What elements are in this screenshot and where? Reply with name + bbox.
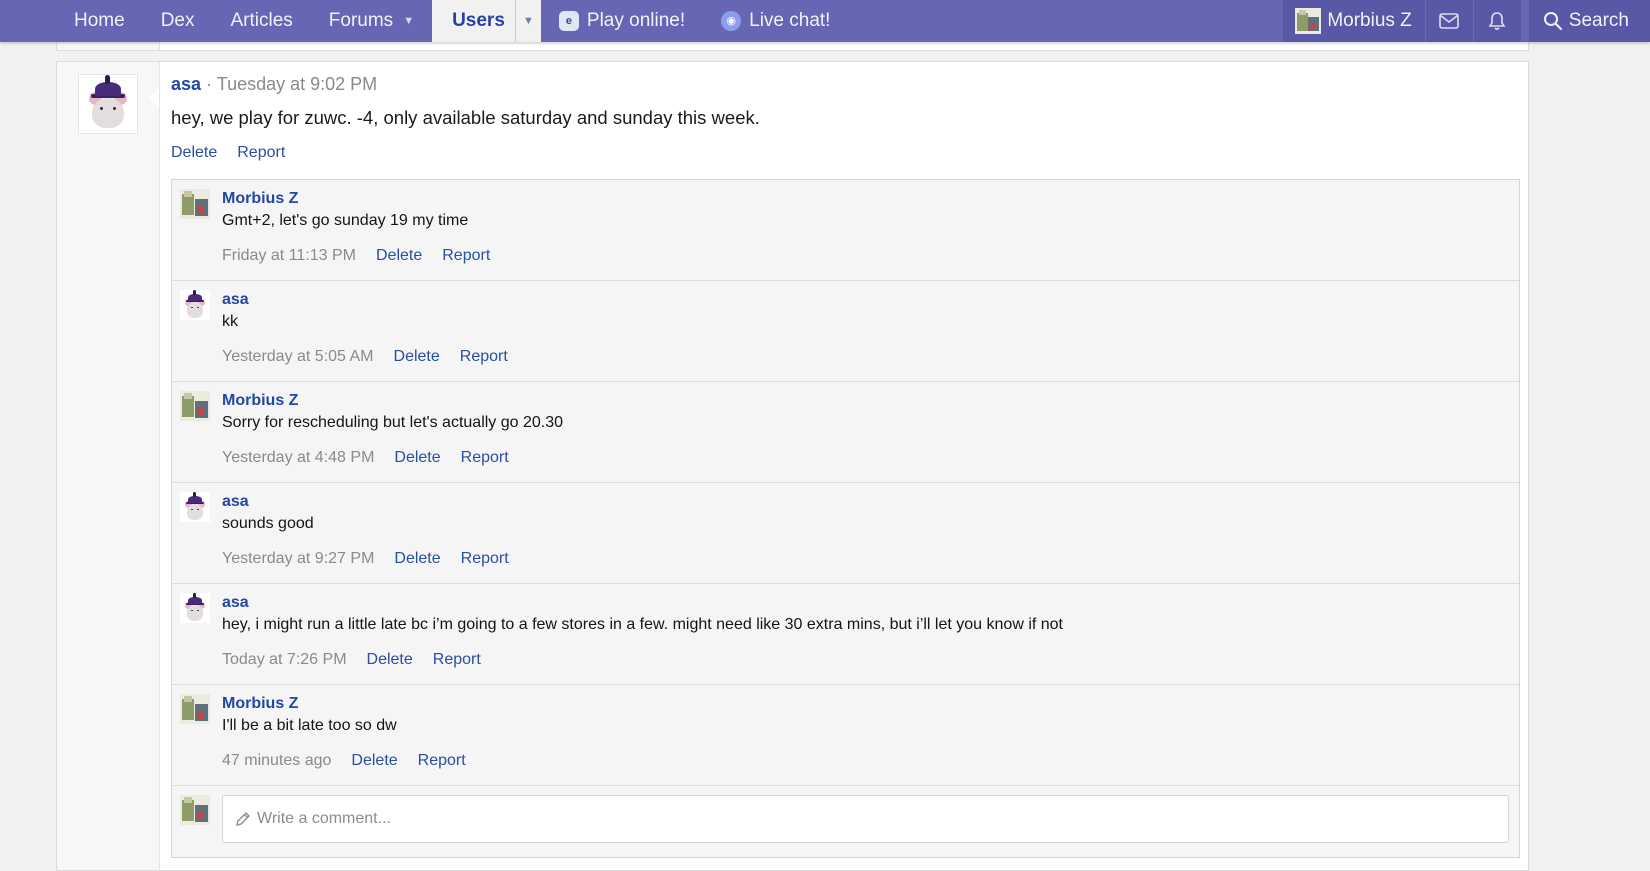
comment-meta: Friday at 11:13 PM Delete Report: [222, 247, 490, 265]
nav-forums-label: Forums: [328, 10, 394, 31]
comment-timestamp[interactable]: Yesterday at 5:05 AM: [222, 348, 374, 366]
search-button[interactable]: Search: [1528, 0, 1650, 42]
post-text: hey, we play for zuwc. -4, only availabl…: [171, 107, 760, 128]
pencil-icon: [236, 812, 250, 826]
new-comment-row: Write a comment...: [172, 786, 1519, 857]
nav-forums[interactable]: Forums ▼: [311, 0, 432, 42]
comment-input[interactable]: Write a comment...: [222, 795, 1509, 843]
delete-link[interactable]: Delete: [367, 651, 413, 669]
nav-users-label: Users: [452, 10, 505, 31]
post-timestamp[interactable]: Tuesday at 9:02 PM: [217, 74, 377, 94]
report-link[interactable]: Report: [461, 550, 509, 568]
nav-users[interactable]: Users ▼: [432, 0, 541, 42]
post-header: asa · Tuesday at 9:02 PM: [171, 74, 377, 95]
envelope-icon: [1439, 13, 1460, 29]
nav-articles[interactable]: Articles: [212, 0, 310, 42]
chevron-down-icon[interactable]: ▼: [514, 0, 541, 42]
avatar: [1295, 8, 1322, 34]
account-name: Morbius Z: [1327, 10, 1412, 31]
avatar[interactable]: [180, 391, 210, 421]
post-author-link[interactable]: asa: [171, 74, 201, 94]
post-gutter: [57, 62, 160, 870]
account-menu[interactable]: Morbius Z: [1283, 0, 1425, 42]
nav-dex-label: Dex: [160, 10, 195, 31]
report-link[interactable]: Report: [460, 348, 508, 366]
delete-link[interactable]: Delete: [394, 550, 440, 568]
report-link[interactable]: Report: [433, 651, 481, 669]
delete-link[interactable]: Delete: [394, 348, 440, 366]
comment-item: Morbius Z Sorry for rescheduling but let…: [172, 382, 1519, 483]
delete-link[interactable]: Delete: [351, 752, 397, 770]
nav-chat-label: Live chat!: [749, 10, 831, 31]
report-link[interactable]: Report: [442, 247, 490, 265]
nav-play-label: Play online!: [586, 10, 686, 31]
report-link[interactable]: Report: [461, 449, 509, 467]
comment-meta: Yesterday at 5:05 AM Delete Report: [222, 348, 508, 366]
nav-home-label: Home: [74, 10, 125, 31]
report-link[interactable]: Report: [237, 144, 285, 162]
comment-author-link[interactable]: asa: [222, 594, 249, 612]
delete-link[interactable]: Delete: [394, 449, 440, 467]
avatar[interactable]: [180, 694, 210, 724]
comment-meta: Yesterday at 4:48 PM Delete Report: [222, 449, 509, 467]
comment-meta: 47 minutes ago Delete Report: [222, 752, 466, 770]
comment-item: Morbius Z Gmt+2, let's go sunday 19 my t…: [172, 180, 1519, 281]
delete-link[interactable]: Delete: [376, 247, 422, 265]
comment-meta: Yesterday at 9:27 PM Delete Report: [222, 550, 509, 568]
search-icon: [1543, 12, 1562, 31]
comment-item: asa sounds good Yesterday at 9:27 PM Del…: [172, 483, 1519, 584]
comment-placeholder: Write a comment...: [257, 810, 391, 827]
chevron-down-icon[interactable]: ▼: [403, 2, 414, 40]
comment-text: hey, i might run a little late bc i’m go…: [222, 616, 1063, 633]
comment-meta: Today at 7:26 PM Delete Report: [222, 651, 481, 669]
comment-item: asa hey, i might run a little late bc i’…: [172, 584, 1519, 685]
discord-icon: ◉: [721, 11, 742, 31]
top-navigation: Home Dex Articles Forums ▼ Users ▼ e Pla…: [0, 0, 1650, 42]
nav-live-chat[interactable]: ◉ Live chat!: [703, 0, 848, 42]
avatar[interactable]: [180, 189, 210, 219]
comment-timestamp[interactable]: 47 minutes ago: [222, 752, 331, 770]
comment-text: kk: [222, 313, 238, 330]
comment-text: Gmt+2, let's go sunday 19 my time: [222, 212, 469, 229]
comment-author-link[interactable]: asa: [222, 493, 249, 511]
separator: ·: [206, 74, 213, 94]
avatar[interactable]: [180, 290, 210, 320]
nav-articles-label: Articles: [230, 10, 293, 31]
inbox-button[interactable]: [1424, 0, 1473, 42]
avatar[interactable]: [180, 593, 210, 623]
play-online-icon: e: [558, 11, 579, 31]
bubble-pointer: [149, 88, 159, 108]
comment-item: asa kk Yesterday at 5:05 AM Delete Repor…: [172, 281, 1519, 382]
nav-dex[interactable]: Dex: [143, 0, 213, 42]
comment-text: sounds good: [222, 515, 314, 532]
comment-timestamp[interactable]: Friday at 11:13 PM: [222, 247, 356, 265]
post-actions: Delete Report: [171, 144, 285, 162]
comment-text: Sorry for rescheduling but let's actuall…: [222, 414, 564, 431]
comment-author-link[interactable]: Morbius Z: [222, 392, 298, 410]
comment-timestamp[interactable]: Yesterday at 4:48 PM: [222, 449, 374, 467]
profile-post: asa · Tuesday at 9:02 PM hey, we play fo…: [56, 61, 1529, 871]
nav-home[interactable]: Home: [56, 0, 143, 42]
nav-tabs: Home Dex Articles Forums ▼ Users ▼ e Pla…: [56, 0, 848, 42]
comment-text: I'll be a bit late too so dw: [222, 717, 397, 734]
comment-timestamp[interactable]: Yesterday at 9:27 PM: [222, 550, 374, 568]
nav-play-online[interactable]: e Play online!: [541, 0, 703, 42]
comment-item: Morbius Z I'll be a bit late too so dw 4…: [172, 685, 1519, 786]
alerts-button[interactable]: [1472, 0, 1521, 42]
avatar: [180, 795, 210, 825]
bell-icon: [1488, 12, 1506, 30]
report-link[interactable]: Report: [418, 752, 466, 770]
nav-account-area: Morbius Z Search: [1283, 0, 1650, 42]
comment-author-link[interactable]: asa: [222, 291, 249, 309]
avatar[interactable]: [78, 74, 138, 134]
avatar[interactable]: [180, 492, 210, 522]
comment-author-link[interactable]: Morbius Z: [222, 695, 298, 713]
comment-author-link[interactable]: Morbius Z: [222, 190, 298, 208]
comment-list: Morbius Z Gmt+2, let's go sunday 19 my t…: [171, 179, 1520, 858]
delete-link[interactable]: Delete: [171, 144, 217, 162]
comment-timestamp[interactable]: Today at 7:26 PM: [222, 651, 347, 669]
search-label: Search: [1568, 10, 1629, 31]
